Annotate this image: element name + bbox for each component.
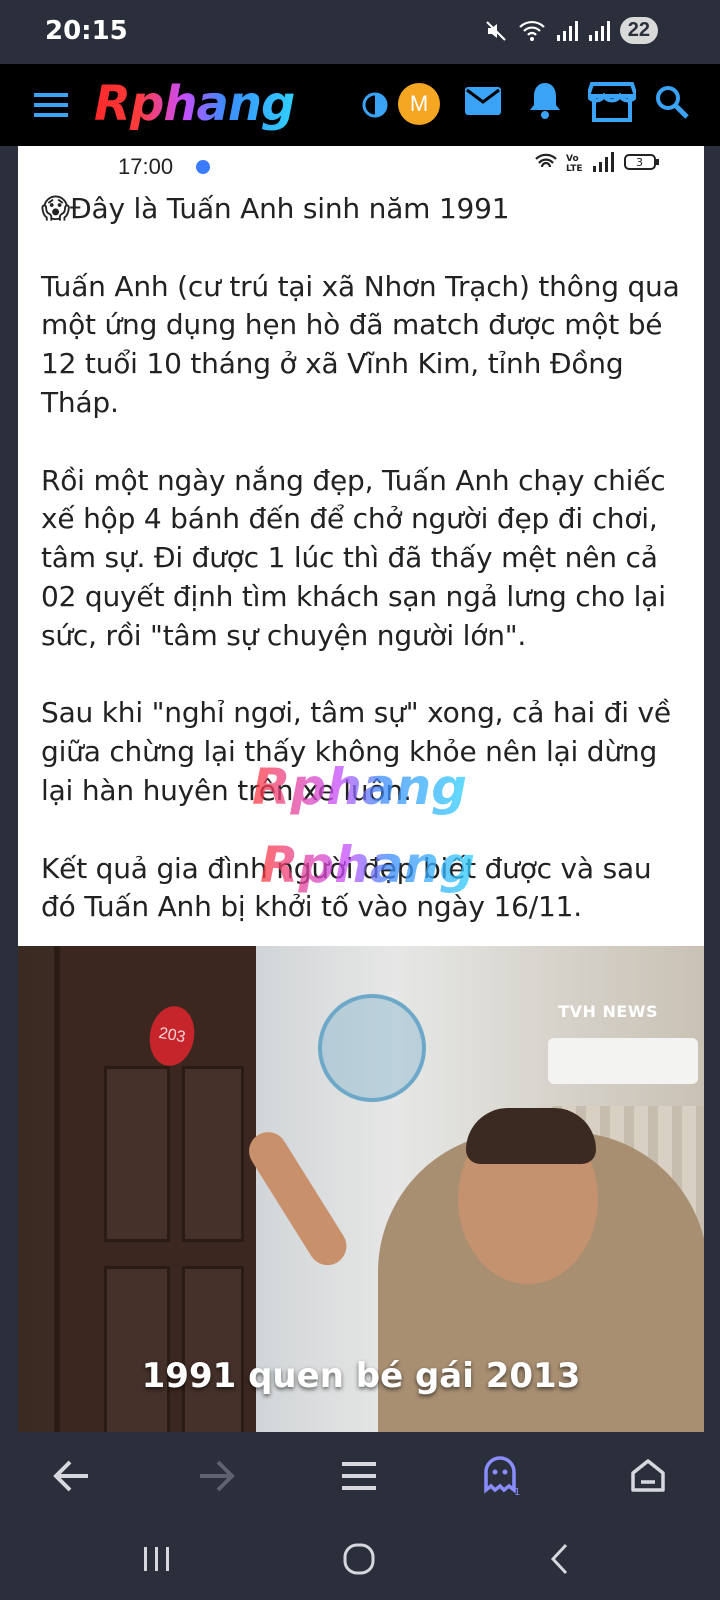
status-bar: 20:15 22	[0, 0, 720, 64]
volte-icon: VoLTE	[566, 154, 583, 172]
post-card: 17:00 Vo LTE 3 😱Đây là Tuấn Anh sinh năm …	[18, 146, 704, 946]
system-nav-bar	[0, 1524, 720, 1600]
svg-text:Vo: Vo	[566, 154, 579, 164]
back-arrow-icon[interactable]	[52, 1458, 92, 1494]
news-brand: TVH NEWS	[558, 1002, 658, 1021]
post-paragraph-2: Rồi một ngày nắng đẹp, Tuấn Anh chạy chi…	[41, 463, 666, 652]
air-conditioner-image	[548, 1038, 698, 1084]
wifi-icon	[518, 20, 545, 41]
post-body: 😱Đây là Tuấn Anh sinh năm 1991 Tuấn Anh …	[41, 190, 691, 927]
app-bar: Rphang M	[0, 64, 720, 146]
status-time: 20:15	[45, 16, 128, 46]
watermark-logo-2: Rphang	[260, 836, 476, 894]
signal-icon-1	[556, 20, 578, 41]
search-icon[interactable]	[654, 84, 690, 120]
mail-icon[interactable]	[464, 86, 502, 116]
signal-icon-2	[588, 20, 610, 41]
menu-icon[interactable]	[34, 90, 70, 120]
signal-icon	[593, 152, 614, 172]
ghost-tabs-icon[interactable]: 1	[482, 1454, 522, 1496]
bell-icon[interactable]	[528, 80, 562, 120]
battery-icon: 3	[624, 154, 659, 170]
embedded-battery-text: 3	[636, 156, 643, 169]
battery-badge: 22	[619, 17, 658, 44]
room-number-plate: 203	[145, 1002, 199, 1070]
recent-apps-icon[interactable]	[142, 1544, 172, 1574]
status-icons: 22	[484, 17, 658, 44]
menu-lines-icon[interactable]	[342, 1458, 378, 1494]
news-photo[interactable]: 203 TVH NEWS 1991 quen bé gái 2013	[18, 946, 704, 1432]
pointing-arm-image	[241, 1124, 354, 1273]
site-logo[interactable]: Rphang	[94, 76, 295, 132]
post-heading: 😱Đây là Tuấn Anh sinh năm 1991	[41, 192, 510, 225]
mute-icon	[486, 20, 506, 41]
watermark-logo-1: Rphang	[252, 758, 468, 816]
embedded-time: 17:00	[118, 154, 174, 179]
svg-text:LTE: LTE	[566, 164, 583, 172]
embedded-status-icons: Vo LTE 3	[534, 152, 660, 172]
embedded-status-bar: 17:00 Vo LTE 3	[18, 146, 704, 184]
home-icon[interactable]	[628, 1458, 668, 1494]
forward-arrow-icon[interactable]	[196, 1458, 236, 1494]
post-paragraph-1: Tuấn Anh (cư trú tại xã Nhơn Trạch) thôn…	[41, 269, 680, 419]
store-icon[interactable]	[588, 80, 636, 124]
browser-nav-bar: 1	[0, 1432, 720, 1524]
avatar-letter: M	[409, 91, 429, 116]
wall-fan-image	[318, 994, 426, 1102]
back-button-icon[interactable]	[548, 1542, 572, 1576]
home-button-icon[interactable]	[342, 1542, 376, 1576]
wifi-icon	[535, 153, 557, 168]
theme-toggle-icon[interactable]	[362, 92, 388, 118]
embedded-dot-icon	[196, 160, 210, 174]
hair-image	[466, 1108, 596, 1164]
tab-count: 1	[514, 1487, 520, 1496]
photo-caption: 1991 quen bé gái 2013	[141, 1356, 581, 1396]
avatar[interactable]: M	[398, 83, 440, 125]
